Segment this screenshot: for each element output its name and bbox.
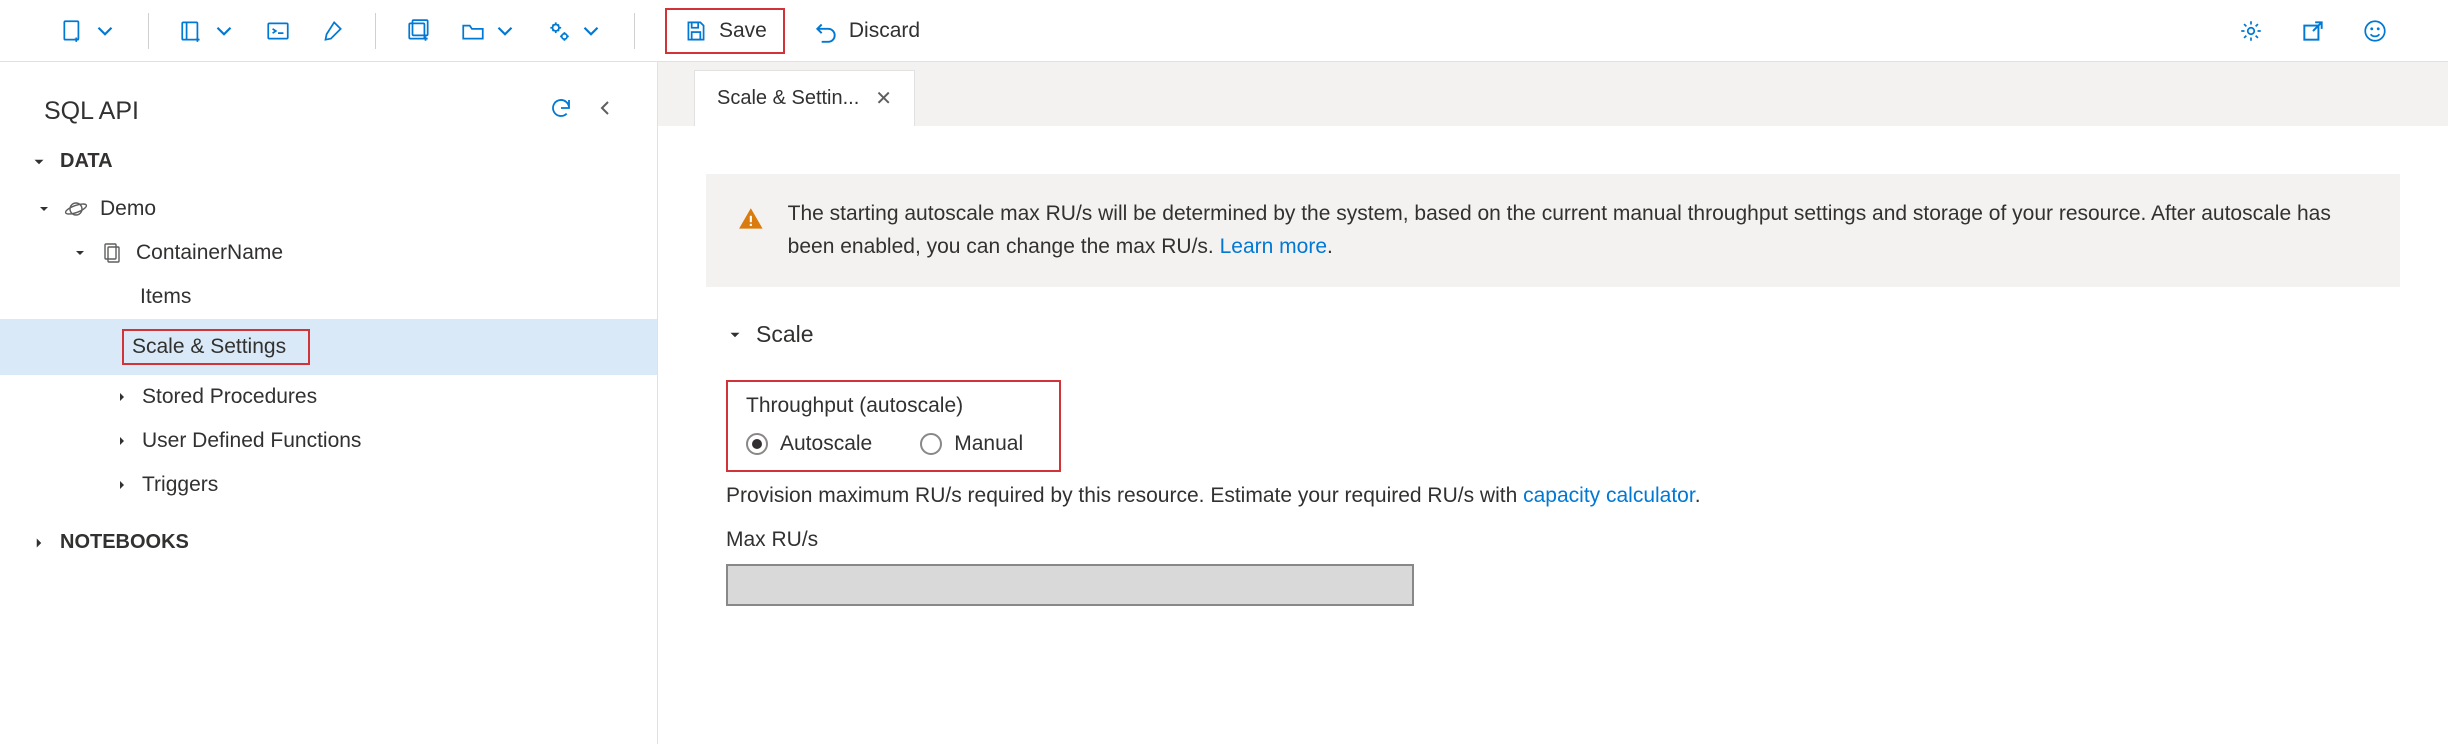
- banner-text: The starting autoscale max RU/s will be …: [788, 202, 2331, 258]
- save-label: Save: [719, 19, 767, 43]
- caret-right-icon: [114, 389, 130, 405]
- undo-icon: [813, 18, 839, 44]
- separator: [634, 13, 635, 49]
- tree-items[interactable]: Items: [0, 275, 657, 319]
- caret-right-icon: [114, 433, 130, 449]
- folder-dropdown[interactable]: [460, 18, 518, 44]
- settings-button[interactable]: [2238, 18, 2264, 44]
- toolbar: Save Discard: [0, 0, 2448, 62]
- discard-button[interactable]: Discard: [813, 18, 920, 44]
- close-tab-icon[interactable]: ✕: [875, 86, 892, 111]
- query-button[interactable]: [265, 18, 291, 44]
- scale-section-header[interactable]: Scale: [726, 321, 2400, 348]
- warning-icon: [738, 202, 764, 236]
- collapse-button[interactable]: [593, 96, 617, 126]
- throughput-label: Throughput (autoscale): [746, 394, 1023, 418]
- scale-settings-highlight: Scale & Settings: [122, 329, 310, 365]
- banner-message: The starting autoscale max RU/s will be …: [788, 198, 2368, 263]
- add-collection-button[interactable]: [406, 18, 432, 44]
- discard-label: Discard: [849, 19, 920, 43]
- separator: [375, 13, 376, 49]
- desc-prefix: Provision maximum RU/s required by this …: [726, 484, 1523, 507]
- section-notebooks[interactable]: NOTEBOOKS: [0, 517, 657, 568]
- chevron-down-icon: [92, 18, 118, 44]
- settings-dropdown[interactable]: [546, 18, 604, 44]
- radio-manual[interactable]: Manual: [920, 432, 1023, 456]
- chevron-down-icon: [492, 18, 518, 44]
- section-data-label: DATA: [60, 150, 113, 173]
- section-data[interactable]: DATA: [0, 136, 657, 187]
- tree-triggers-label: Triggers: [142, 473, 218, 497]
- radio-checked-icon: [746, 433, 768, 455]
- refresh-icon: [549, 96, 573, 120]
- caret-right-icon: [30, 534, 48, 552]
- terminal-icon: [265, 18, 291, 44]
- sidebar-title: SQL API: [44, 97, 139, 126]
- throughput-highlight: Throughput (autoscale) Autoscale Manual: [726, 380, 1061, 472]
- chevron-down-icon: [578, 18, 604, 44]
- caret-down-icon: [30, 153, 48, 171]
- tab-label: Scale & Settin...: [717, 87, 859, 110]
- tree-container-label: ContainerName: [136, 241, 283, 265]
- new-document-icon: [60, 18, 86, 44]
- tree-database-label: Demo: [100, 197, 156, 221]
- chevron-left-icon: [593, 96, 617, 120]
- open-external-button[interactable]: [2300, 18, 2326, 44]
- tree-scale-settings-label: Scale & Settings: [132, 335, 286, 358]
- sidebar: SQL API DATA Demo: [0, 62, 658, 744]
- collection-plus-icon: [406, 18, 432, 44]
- caret-down-icon: [72, 245, 88, 261]
- brush-icon: [319, 18, 345, 44]
- tree-stored-procedures[interactable]: Stored Procedures: [0, 375, 657, 419]
- caret-right-icon: [114, 477, 130, 493]
- max-rus-input[interactable]: [726, 564, 1414, 606]
- feedback-button[interactable]: [2362, 18, 2388, 44]
- save-highlight: Save: [665, 8, 785, 54]
- gears-icon: [546, 18, 572, 44]
- tree-sp-label: Stored Procedures: [142, 385, 317, 409]
- tab-scale-settings[interactable]: Scale & Settin... ✕: [694, 70, 915, 126]
- gear-icon: [2238, 18, 2264, 44]
- max-rus-label: Max RU/s: [726, 528, 2400, 552]
- caret-down-icon: [36, 201, 52, 217]
- caret-down-icon: [726, 326, 744, 344]
- new-item-dropdown[interactable]: [60, 18, 118, 44]
- save-button[interactable]: Save: [681, 12, 769, 50]
- info-banner: The starting autoscale max RU/s will be …: [706, 174, 2400, 287]
- tab-bar: Scale & Settin... ✕: [658, 62, 2448, 126]
- new-container-dropdown[interactable]: [179, 18, 237, 44]
- tree-triggers[interactable]: Triggers: [0, 463, 657, 507]
- tree-scale-settings[interactable]: Scale & Settings: [0, 319, 657, 375]
- learn-more-link[interactable]: Learn more: [1220, 235, 1327, 258]
- tree-items-label: Items: [140, 285, 191, 309]
- radio-autoscale-label: Autoscale: [780, 432, 872, 456]
- section-notebooks-label: NOTEBOOKS: [60, 531, 189, 554]
- smiley-icon: [2362, 18, 2388, 44]
- planet-icon: [64, 197, 88, 221]
- refresh-button[interactable]: [549, 96, 573, 126]
- chevron-down-icon: [211, 18, 237, 44]
- tree-container[interactable]: ContainerName: [0, 231, 657, 275]
- content: Scale & Settin... ✕ The starting autosca…: [658, 62, 2448, 744]
- tree-udf-label: User Defined Functions: [142, 429, 361, 453]
- documents-icon: [100, 241, 124, 265]
- separator: [148, 13, 149, 49]
- container-icon: [179, 18, 205, 44]
- radio-manual-label: Manual: [954, 432, 1023, 456]
- throughput-description: Provision maximum RU/s required by this …: [726, 484, 2400, 508]
- clear-button[interactable]: [319, 18, 345, 44]
- tree-database[interactable]: Demo: [0, 187, 657, 231]
- external-link-icon: [2300, 18, 2326, 44]
- folder-icon: [460, 18, 486, 44]
- scale-section-title: Scale: [756, 321, 814, 348]
- capacity-calculator-link[interactable]: capacity calculator: [1523, 484, 1695, 507]
- radio-unchecked-icon: [920, 433, 942, 455]
- radio-autoscale[interactable]: Autoscale: [746, 432, 872, 456]
- save-icon: [683, 18, 709, 44]
- tree-udf[interactable]: User Defined Functions: [0, 419, 657, 463]
